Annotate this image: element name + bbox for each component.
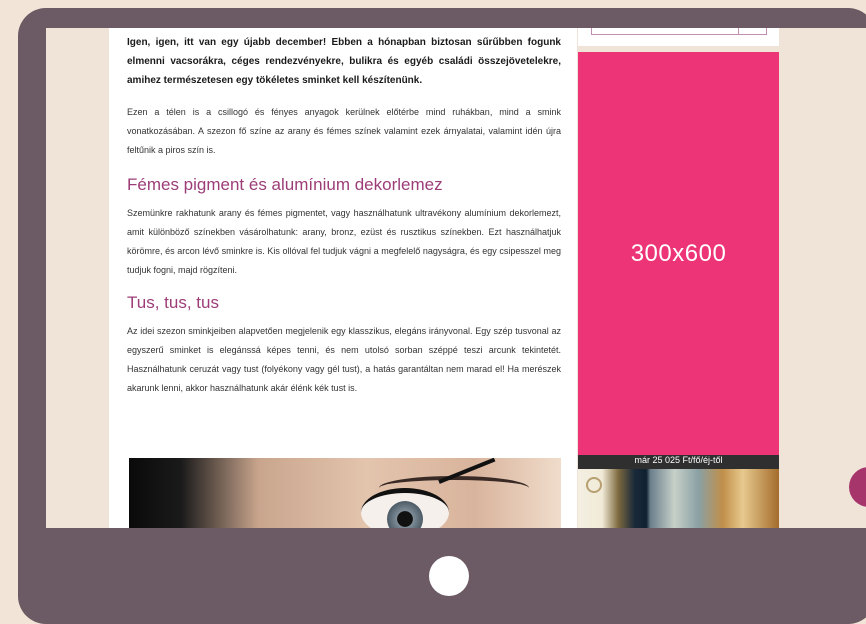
article-lead: Igen, igen, itt van egy újabb december! … — [127, 37, 561, 86]
promo-hotel-image[interactable] — [578, 469, 779, 528]
article-content: Igen, igen, itt van egy újabb december! … — [109, 28, 577, 528]
article-intro: Ezen a télen is a csillogó és fényes any… — [127, 107, 561, 155]
section-text-eyeliner: Az idei szezon sminkjeiben alapvetően me… — [127, 326, 561, 393]
article-photo — [129, 458, 561, 528]
tablet-screen: Igen, igen, itt van egy újabb december! … — [46, 28, 866, 528]
section-heading-metallic: Fémes pigment és alumínium dekorlemez — [127, 175, 443, 194]
search-divider — [738, 28, 739, 34]
promo-price-strip[interactable]: már 25 025 Ft/fő/éj-től — [578, 455, 779, 469]
section-text-metallic: Szemünkre rakhatunk arany és fémes pigme… — [127, 208, 561, 275]
sidebar-search-box[interactable] — [578, 28, 779, 46]
search-input[interactable] — [591, 28, 767, 35]
home-button[interactable] — [429, 556, 469, 596]
section-heading-eyeliner: Tus, tus, tus — [127, 293, 219, 312]
ad-label: 300x600 — [630, 240, 727, 267]
floating-side-tab[interactable] — [849, 467, 866, 507]
promo-lamp-icon — [586, 477, 602, 493]
ad-banner-300x600[interactable]: 300x600 — [578, 52, 779, 455]
promo-text: már 25 025 Ft/fő/éj-től — [634, 455, 723, 465]
photo-iris — [387, 501, 423, 528]
